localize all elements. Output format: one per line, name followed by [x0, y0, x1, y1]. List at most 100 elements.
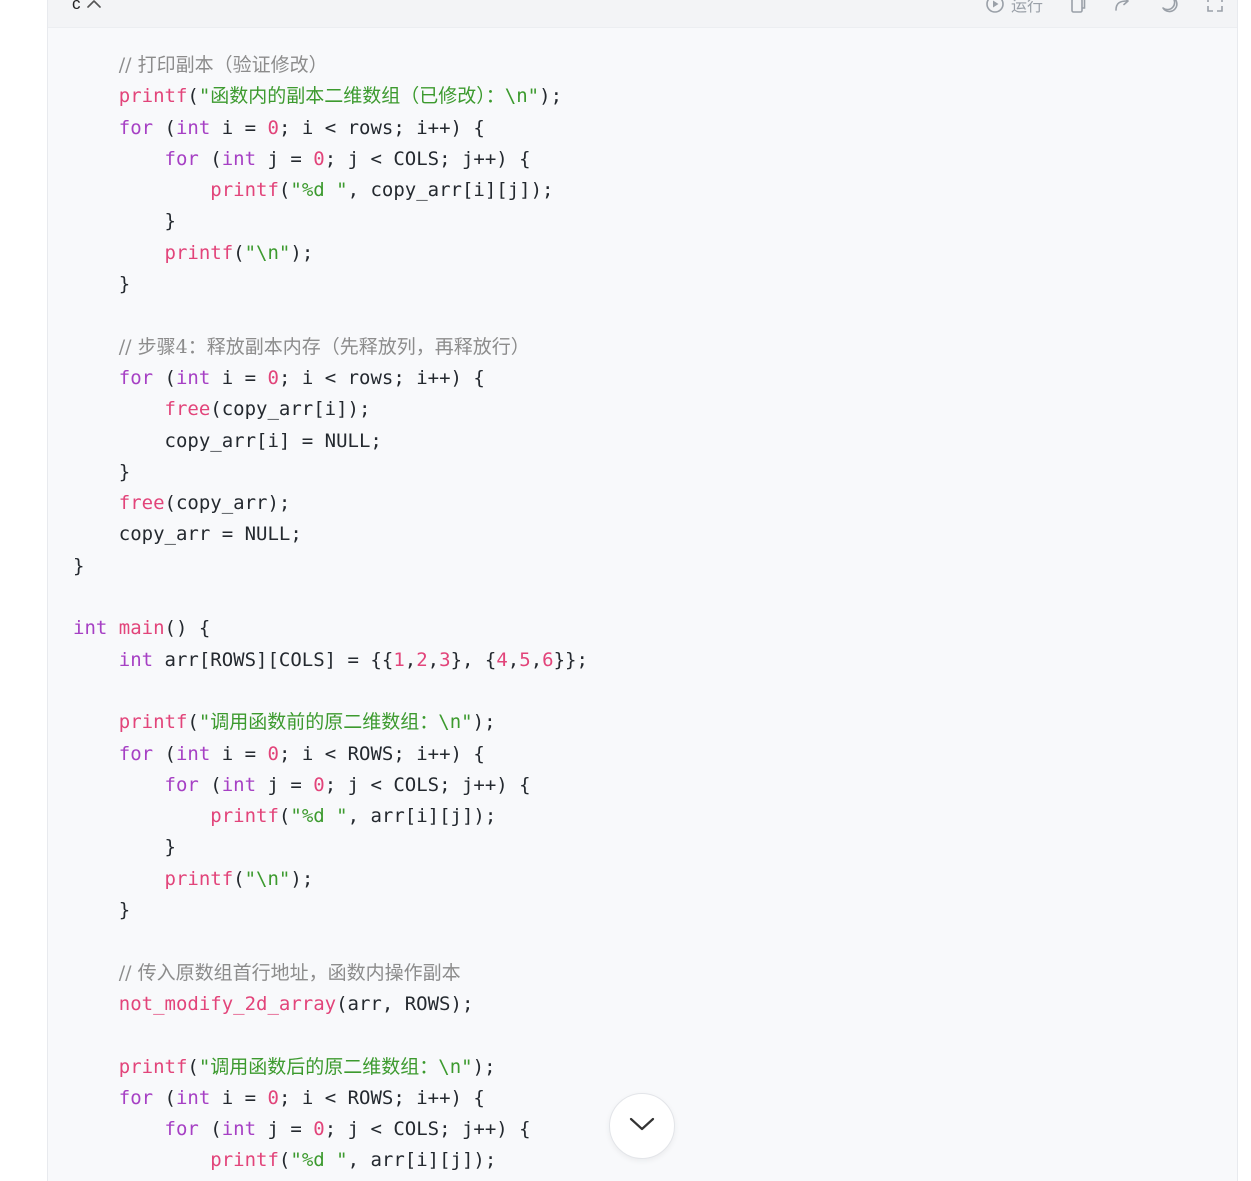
code-token: "\n"	[244, 867, 291, 890]
code-token: (	[153, 366, 176, 389]
code-token: arr[ROWS][COLS] = {{	[153, 648, 394, 671]
share-icon	[1113, 0, 1133, 14]
code-line: }	[73, 832, 588, 863]
code-token: }	[73, 210, 176, 233]
code-line: printf("%d ", arr[i][j]);	[73, 801, 588, 832]
code-block-header: c 运行	[48, 0, 1237, 28]
code-token: int	[118, 648, 154, 671]
code-content[interactable]: // 打印副本（验证修改） printf("函数内的副本二维数组（已修改）：\n…	[73, 50, 588, 1177]
code-token: (copy_arr);	[164, 492, 291, 515]
code-token: (copy_arr[i]);	[210, 398, 371, 421]
run-button[interactable]: 运行	[985, 0, 1043, 16]
code-line: copy_arr[i] = NULL;	[73, 426, 588, 457]
code-token: ,	[530, 648, 543, 671]
code-token: for	[164, 1118, 199, 1141]
code-block: c 运行 // 打印副本（验证修改） printf("函数内的副本二维数组（已修…	[47, 0, 1238, 1181]
code-line: int arr[ROWS][COLS] = {{1,2,3}, {4,5,6}}…	[73, 645, 588, 676]
code-line: printf("%d ", arr[i][j]);	[73, 1145, 588, 1176]
code-token: "调用函数前的原二维数组：\n"	[198, 711, 473, 734]
code-token: (	[198, 147, 222, 170]
code-token: j =	[256, 147, 314, 170]
code-token: int	[221, 1118, 257, 1141]
code-token: // 步骤4：释放副本内存（先释放列，再释放行）	[118, 335, 530, 358]
code-token: printf	[118, 711, 188, 734]
code-token: (	[278, 805, 291, 828]
code-token: j =	[256, 1118, 314, 1141]
code-token: }	[73, 554, 85, 577]
code-token: () {	[164, 617, 211, 640]
code-line: not_modify_2d_array(arr, ROWS);	[73, 989, 588, 1020]
code-line: }	[73, 269, 588, 300]
code-token: 1	[393, 648, 405, 671]
code-line: for (int i = 0; i < rows; i++) {	[73, 363, 588, 394]
theme-button[interactable]	[1159, 0, 1179, 14]
code-line: }	[73, 206, 588, 237]
moon-icon	[1159, 0, 1179, 14]
scroll-down-button[interactable]	[609, 1093, 675, 1159]
code-line: for (int i = 0; i < rows; i++) {	[73, 113, 588, 144]
code-token: ,	[404, 648, 417, 671]
expand-button[interactable]	[1205, 0, 1225, 14]
code-line: printf("调用函数后的原二维数组：\n");	[73, 1052, 588, 1083]
code-token: "%d "	[290, 805, 348, 828]
code-token: for	[118, 116, 154, 139]
language-toggle[interactable]: c	[72, 0, 102, 14]
code-token: "%d "	[290, 179, 348, 202]
code-token: i =	[210, 366, 268, 389]
code-token: );	[290, 867, 314, 890]
code-token: printf	[164, 241, 234, 264]
code-token: 2	[416, 648, 428, 671]
code-token: }	[73, 273, 131, 296]
code-token: i =	[210, 1086, 268, 1109]
code-token: int	[175, 1086, 211, 1109]
share-button[interactable]	[1113, 0, 1133, 14]
code-token: ,	[427, 648, 440, 671]
code-token: (	[278, 179, 291, 202]
code-line: printf("调用函数前的原二维数组：\n");	[73, 707, 588, 738]
code-token: ; j < COLS; j++) {	[324, 773, 531, 796]
code-token: copy_arr[i] = NULL;	[73, 429, 382, 452]
code-token: (	[233, 241, 245, 264]
code-token: 5	[519, 648, 531, 671]
code-token: 0	[267, 366, 279, 389]
code-line: int main() {	[73, 613, 588, 644]
code-token: (	[187, 711, 199, 734]
code-line: printf("函数内的副本二维数组（已修改）：\n");	[73, 81, 588, 112]
copy-button[interactable]	[1069, 0, 1087, 14]
code-token: 3	[439, 648, 451, 671]
code-token: 6	[542, 648, 554, 671]
code-token: int	[73, 617, 108, 640]
code-token: printf	[164, 867, 234, 890]
run-label: 运行	[1010, 0, 1043, 15]
code-token: (	[198, 773, 222, 796]
code-token: (	[187, 1055, 199, 1078]
code-token: ; i < rows; i++) {	[278, 116, 485, 139]
code-token: ,	[507, 648, 520, 671]
code-token: "%d "	[290, 1149, 348, 1172]
code-token: for	[118, 366, 154, 389]
code-token: // 传入原数组首行地址，函数内操作副本	[118, 961, 461, 984]
code-token: copy_arr = NULL;	[73, 523, 302, 546]
code-token: printf	[118, 85, 188, 108]
code-token: int	[175, 366, 211, 389]
code-token: 0	[313, 1118, 325, 1141]
chevron-up-icon	[86, 0, 102, 14]
code-token: int	[221, 773, 257, 796]
